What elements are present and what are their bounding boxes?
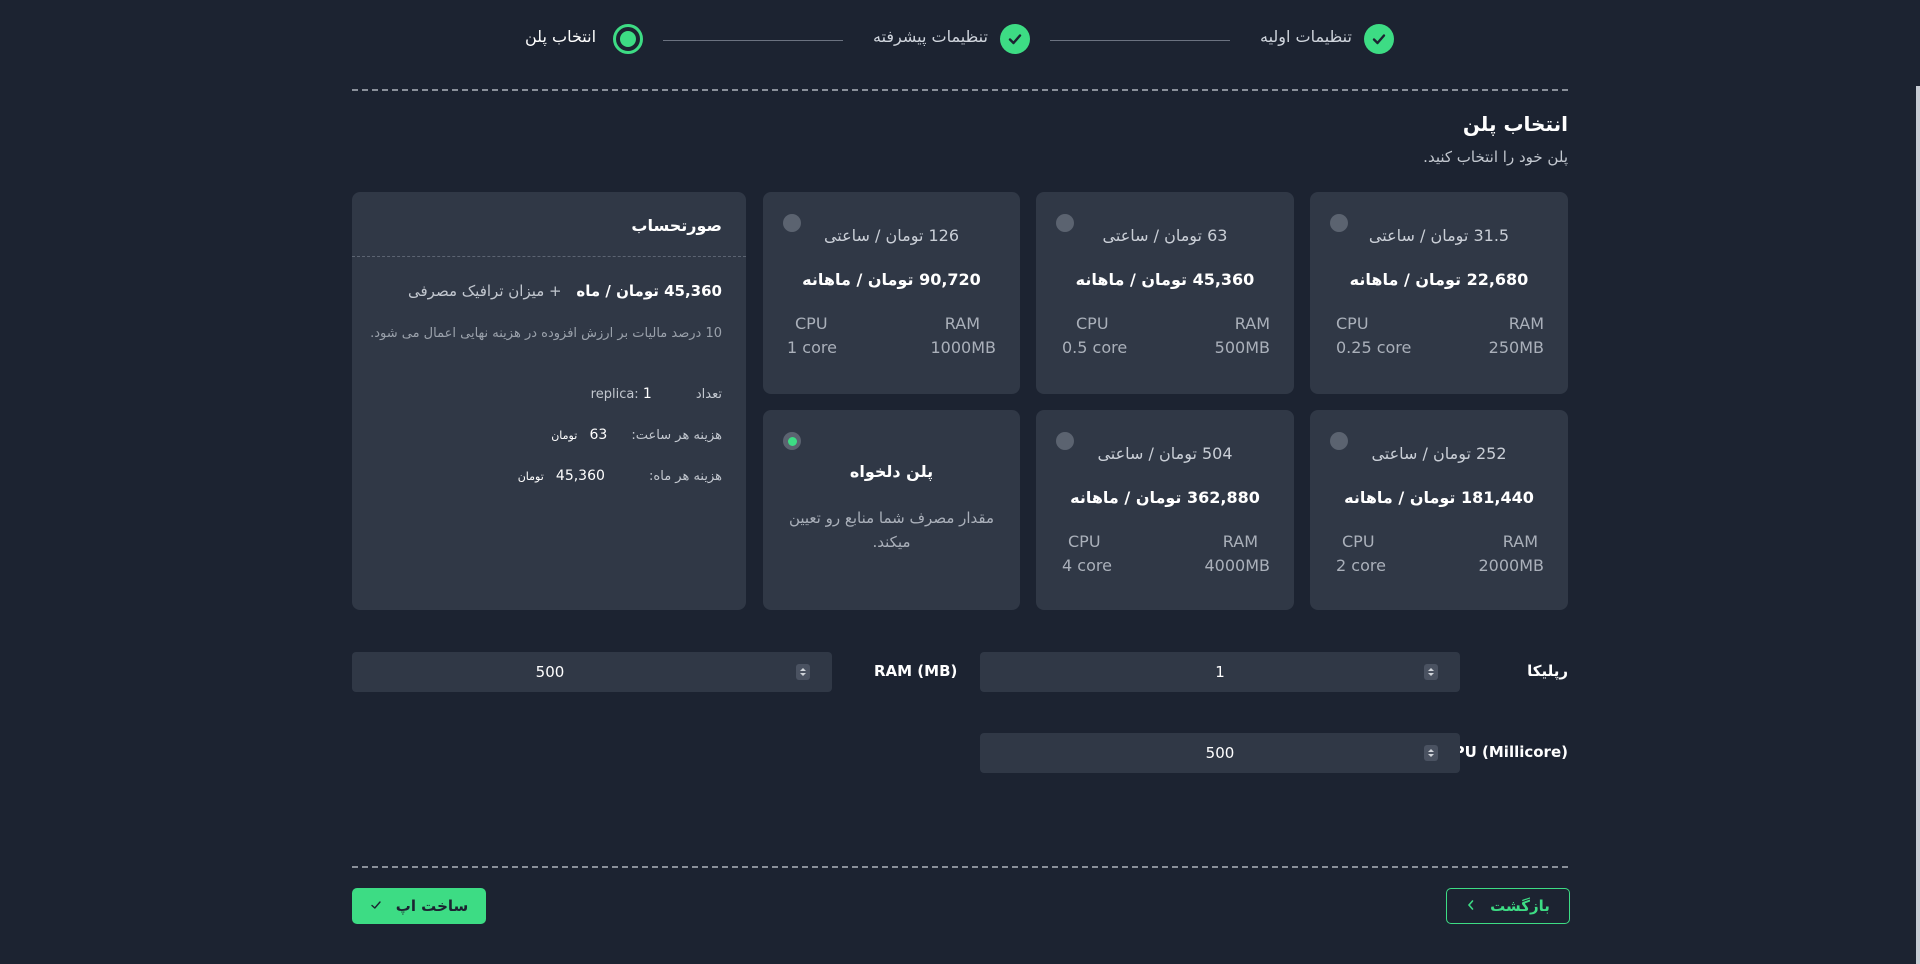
plan-ram-label: RAM [1222,532,1258,551]
replica-label: رپلیکا [1527,662,1568,680]
custom-plan-card[interactable]: پلن دلخواه مقدار مصرف شما منابع رو تعیین… [763,410,1020,610]
invoice-monthly-price: 45,360 تومان / ماه [576,282,722,300]
step-connector [1050,40,1230,41]
invoice-monthly-unit: تومان [517,470,544,483]
plan-ram-label: RAM [1234,314,1270,333]
step-label-advanced: تنظیمات پیشرفته [873,27,988,46]
page-subtitle: پلن خود را انتخاب کنید. [1423,148,1568,166]
ram-stepper-icon[interactable] [796,664,810,680]
create-app-button-label: ساخت اپ [395,897,469,915]
plan-card[interactable]: 63 تومان / ساعتی 45,360 تومان / ماهانه R… [1036,192,1294,394]
cpu-label: CPU (Millicore) [1442,743,1568,761]
plan-hourly-price: 252 تومان / ساعتی [1371,444,1507,463]
check-icon [370,897,382,915]
ram-input[interactable]: 500 [352,652,832,692]
plan-hourly-price: 126 تومان / ساعتی [823,226,960,245]
plan-ram-value: 500MB [1214,338,1270,357]
cpu-stepper-icon[interactable] [1424,745,1438,761]
plan-ram-label: RAM [944,314,980,333]
plan-cpu-label: CPU [1336,314,1369,333]
plan-hourly-price: 31.5 تومان / ساعتی [1368,226,1510,245]
replica-value: 1 [1215,663,1225,681]
plan-ram-value: 2000MB [1478,556,1545,575]
invoice-replica-label: تعداد replica: [590,387,722,402]
back-button[interactable]: بازگشت [1446,888,1570,924]
step-done-check-icon [1000,24,1030,54]
step-current-icon [613,24,643,54]
custom-plan-title: پلن دلخواه [849,462,934,481]
plan-card[interactable]: 31.5 تومان / ساعتی 22,680 تومان / ماهانه… [1310,192,1568,394]
replica-input[interactable]: 1 [980,652,1460,692]
step-label-basic: تنظیمات اولیه [1260,27,1352,46]
custom-plan-radio[interactable] [783,432,801,450]
plan-monthly-price: 181,440 تومان / ماهانه [1344,488,1534,507]
plan-card[interactable]: 504 تومان / ساعتی 362,880 تومان / ماهانه… [1036,410,1294,610]
invoice-divider [352,256,746,257]
plan-card[interactable]: 126 تومان / ساعتی 90,720 تومان / ماهانه … [763,192,1020,394]
invoice-replica-row: تعداد replica: 1 [591,386,722,402]
scrollbar[interactable] [1916,86,1920,964]
replica-stepper-icon[interactable] [1424,664,1438,680]
plan-cpu-label: CPU [795,314,828,333]
plan-cpu-label: CPU [1342,532,1375,551]
invoice-panel: صورتحساب 45,360 تومان / ماه + میزان تراف… [352,192,746,610]
invoice-replica-value: 1 [642,386,652,402]
chevron-left-icon [1466,897,1476,915]
plan-cpu-value: 2 core [1336,556,1386,575]
ram-value: 500 [535,663,565,681]
invoice-hourly-unit: تومان [551,429,578,442]
cpu-input[interactable]: 500 [980,733,1460,773]
plan-ram-label: RAM [1502,532,1538,551]
plan-cpu-label: CPU [1068,532,1101,551]
invoice-title: صورتحساب [631,216,722,235]
plan-monthly-price: 90,720 تومان / ماهانه [802,270,981,289]
invoice-tax-note: 10 درصد مالیات بر ارزش افزوده در هزینه ن… [370,326,722,341]
plan-hourly-price: 504 تومان / ساعتی [1097,444,1233,463]
invoice-hourly-value: 63 [589,427,608,443]
invoice-monthly-value: 45,360 [555,468,605,484]
plan-monthly-price: 22,680 تومان / ماهانه [1349,270,1529,289]
divider-bottom [352,866,1568,868]
ram-label: RAM (MB) [874,662,958,680]
invoice-traffic-note: + میزان ترافیک مصرفی [408,282,562,300]
plan-card[interactable]: 252 تومان / ساعتی 181,440 تومان / ماهانه… [1310,410,1568,610]
plan-ram-label: RAM [1508,314,1544,333]
plan-ram-value: 1000MB [930,338,997,357]
plan-hourly-price: 63 تومان / ساعتی [1102,226,1228,245]
step-done-check-icon [1364,24,1394,54]
plan-cpu-label: CPU [1076,314,1109,333]
plan-monthly-price: 362,880 تومان / ماهانه [1070,488,1260,507]
cpu-value: 500 [1205,744,1235,762]
divider-top [352,89,1568,91]
plan-cpu-value: 4 core [1062,556,1112,575]
plan-monthly-price: 45,360 تومان / ماهانه [1075,270,1255,289]
invoice-monthly-row: هزینه هر ماه: 45,360 تومان [518,468,722,484]
create-app-button[interactable]: ساخت اپ [352,888,486,924]
invoice-hourly-label: هزینه هر ساعت: [631,428,722,443]
invoice-monthly-label: هزینه هر ماه: [649,469,722,484]
step-label-plan: انتخاب پلن [525,27,597,46]
plan-cpu-value: 1 core [787,338,837,357]
step-connector [663,40,843,41]
page-title: انتخاب پلن [1462,112,1568,136]
plan-cpu-value: 0.25 core [1336,338,1412,357]
invoice-price-row: 45,360 تومان / ماه + میزان ترافیک مصرفی [408,282,722,300]
invoice-hourly-row: هزینه هر ساعت: 63 تومان [551,427,722,443]
plan-cpu-value: 0.5 core [1062,338,1128,357]
stepper: تنظیمات اولیه تنظیمات پیشرفته انتخاب پلن [0,0,1920,80]
plan-ram-value: 250MB [1488,338,1544,357]
back-button-label: بازگشت [1490,897,1550,915]
plan-ram-value: 4000MB [1204,556,1271,575]
custom-plan-description: مقدار مصرف شما منابع رو تعیین میکند. [788,509,995,551]
